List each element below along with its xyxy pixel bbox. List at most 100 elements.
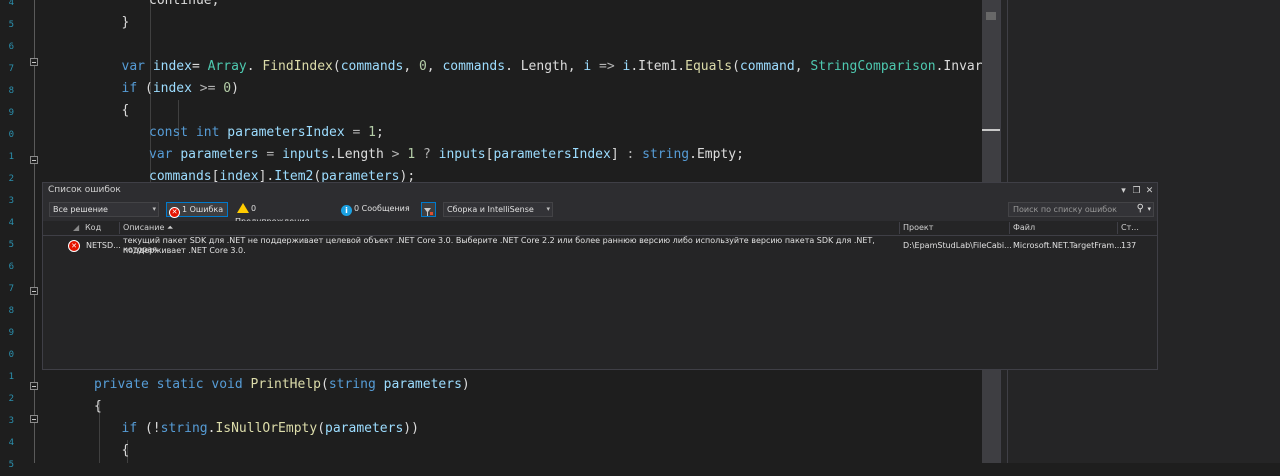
code-token: index [152, 59, 192, 74]
scrollbar-thumb[interactable] [986, 12, 996, 20]
code-token: parameters [325, 421, 404, 436]
code-token: string [160, 421, 208, 436]
line-number: 2 [8, 174, 14, 184]
code-token: string [328, 377, 384, 392]
outlining-line [34, 0, 35, 463]
close-icon[interactable]: ✕ [1144, 185, 1155, 197]
code-line[interactable]: { [122, 440, 130, 462]
code-token: string [642, 147, 690, 162]
code-token: FindIndex [262, 59, 333, 74]
collapse-toggle-icon[interactable] [30, 287, 38, 295]
column-header-code[interactable]: Код [85, 223, 101, 232]
column-header-file[interactable]: Файл [1013, 223, 1035, 232]
code-line[interactable]: } [122, 12, 130, 34]
code-line[interactable]: const int parametersIndex = 1; [149, 122, 384, 144]
code-token: : [626, 147, 643, 162]
code-line[interactable]: var parameters = inputs.Length > 1 ? inp… [149, 144, 744, 166]
code-token: > [391, 147, 408, 162]
code-token: parametersIndex [493, 147, 611, 162]
code-token: command [739, 59, 795, 74]
error-list-toolbar: Все решение ▾ ✕1 Ошибка 0 Предупреждения… [43, 200, 1157, 226]
line-number-gutter: 4 5 6 7 8 9 0 1 2 3 4 5 6 7 8 9 0 1 2 3 4 5 [0, 0, 14, 470]
code-token: commands [442, 59, 506, 74]
search-placeholder: Поиск по списку ошибок [1013, 205, 1117, 214]
column-header-description[interactable]: Описание [123, 223, 164, 232]
maximize-icon[interactable]: ❐ [1131, 185, 1142, 197]
column-separator[interactable] [119, 222, 120, 234]
code-line[interactable]: if (index >= 0) [122, 78, 239, 100]
line-number: 7 [8, 284, 14, 294]
code-token: . Length, [505, 59, 584, 74]
window-position-menu-icon[interactable]: ▾ [1118, 185, 1129, 197]
scrollbar-caret-marker [982, 129, 1000, 131]
line-number: 4 [8, 218, 14, 228]
code-token: .InvariantCultureIg [935, 59, 982, 74]
code-token: (! [144, 421, 161, 436]
code-token: , [794, 59, 811, 74]
code-token: ( [144, 81, 153, 96]
line-number: 3 [8, 416, 14, 426]
code-line[interactable]: { [122, 100, 130, 122]
code-token: { [94, 399, 102, 414]
code-token: , [426, 59, 443, 74]
code-token: ) [231, 81, 239, 96]
error-description-line-2: поддерживает .NET Core 3.0. [123, 246, 246, 255]
column-separator[interactable] [1009, 222, 1010, 234]
collapse-toggle-icon[interactable] [30, 382, 38, 390]
column-separator[interactable] [899, 222, 900, 234]
code-token: ( [332, 59, 341, 74]
messages-filter-label: 0 Сообщения [354, 204, 410, 213]
error-list-header: ◢ Код Описание ⏶ Проект Файл Ст... [43, 221, 1157, 236]
collapse-toggle-icon[interactable] [30, 415, 38, 423]
code-token: 1 [407, 147, 416, 162]
code-token: ; [376, 125, 384, 140]
line-number: 4 [8, 0, 14, 8]
code-line[interactable]: private static void PrintHelp(string par… [94, 374, 470, 396]
line-number: 6 [8, 42, 14, 52]
error-list-search-input[interactable]: Поиск по списку ошибок ⚲ ▾ [1008, 202, 1154, 217]
code-token: parametersIndex [227, 125, 345, 140]
code-token: ? [415, 147, 439, 162]
line-number: 6 [8, 262, 14, 272]
error-list-titlebar[interactable]: Список ошибок ▾ ❐ ✕ [43, 183, 1157, 200]
code-token: commands [340, 59, 404, 74]
column-separator[interactable] [1117, 222, 1118, 234]
error-icon: ✕ [169, 207, 180, 218]
info-icon: i [341, 205, 352, 216]
line-number: 9 [8, 328, 14, 338]
code-token: index [152, 81, 192, 96]
column-header-project[interactable]: Проект [903, 223, 933, 232]
code-token: => [591, 59, 623, 74]
code-token: ] [610, 147, 627, 162]
collapse-toggle-icon[interactable] [30, 156, 38, 164]
code-token: ( [317, 421, 326, 436]
code-token: parameters [180, 147, 259, 162]
error-project: D:\EpamStudLab\FileCabi... [903, 241, 1012, 250]
error-icon: ✕ [68, 240, 80, 252]
warnings-filter-button[interactable]: 0 Предупреждения [235, 202, 331, 226]
code-token: ( [321, 377, 329, 392]
line-number: 0 [8, 350, 14, 360]
code-token: Array [207, 59, 247, 74]
code-line[interactable]: if (!string.IsNullOrEmpty(parameters)) [122, 418, 419, 440]
table-row[interactable]: ✕ NETSD... текущий пакет SDK для .NET не… [43, 236, 1157, 260]
code-token: StringComparison [810, 59, 936, 74]
code-token: inputs [438, 147, 486, 162]
code-token: { [121, 103, 130, 118]
filter-icon[interactable] [421, 202, 436, 217]
errors-filter-button[interactable]: ✕ 1 Ошибка [166, 202, 228, 218]
build-source-dropdown[interactable]: Сборка и IntelliSense ▾ [443, 202, 553, 217]
scope-dropdown[interactable]: Все решение ▾ [49, 202, 159, 217]
chevron-down-icon: ▾ [152, 205, 156, 213]
collapse-toggle-icon[interactable] [30, 58, 38, 66]
chevron-down-icon: ▾ [546, 205, 550, 213]
code-line[interactable]: var index= Array. FindIndex(commands, 0,… [122, 56, 983, 78]
code-line[interactable]: continue; [149, 0, 219, 12]
line-number: 5 [8, 460, 14, 470]
code-token: const int [149, 125, 228, 140]
messages-filter-button[interactable]: i0 Сообщения [339, 202, 411, 217]
code-token: = [191, 59, 208, 74]
code-line[interactable]: { [94, 396, 102, 418]
errors-filter-label: 1 Ошибка [182, 205, 224, 214]
column-header-line[interactable]: Ст... [1121, 223, 1139, 232]
